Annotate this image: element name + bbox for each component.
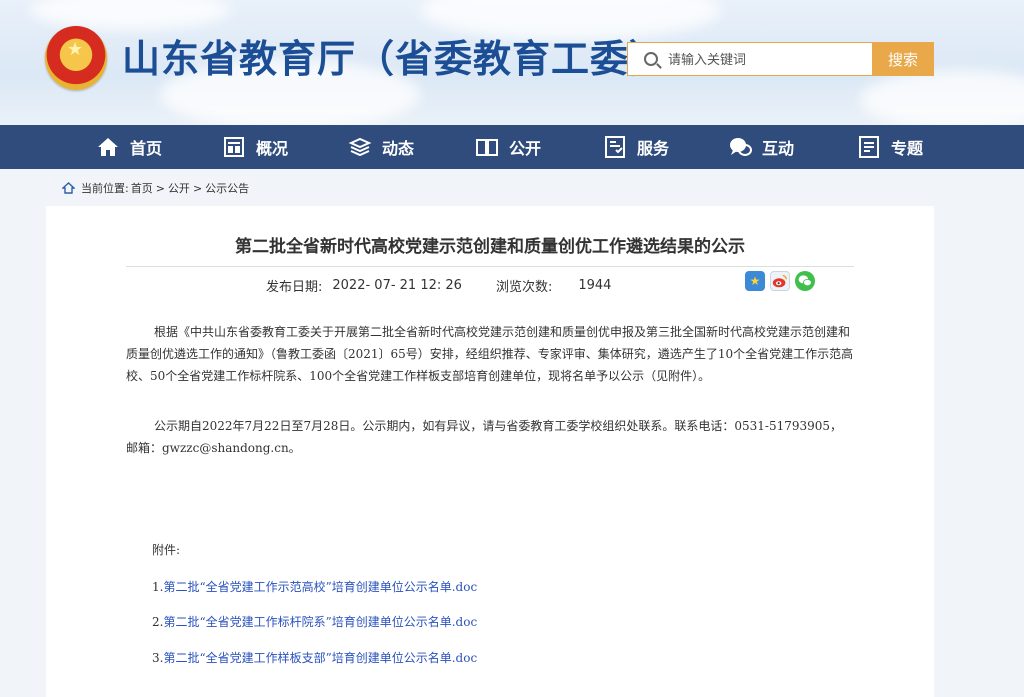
news-stack-icon: [348, 135, 372, 159]
site-header: ★ 山东省教育厅（省委教育工委） 搜索: [0, 0, 1024, 125]
breadcrumb-home[interactable]: 首页: [131, 180, 153, 196]
national-emblem-icon[interactable]: ★: [45, 26, 107, 90]
article-paragraph: 根据《中共山东省委教育工委关于开展第二批全省新时代高校党建示范创建和质量创优申报…: [126, 325, 854, 383]
share-bar: ★: [745, 271, 820, 291]
book-icon: [475, 135, 499, 159]
breadcrumb-announcements[interactable]: 公示公告: [205, 180, 249, 196]
attachment-item: 1.第二批“全省党建工作示范高校”培育创建单位公示名单.doc: [152, 578, 477, 595]
service-doc-icon: [603, 135, 627, 159]
wechat-icon[interactable]: [795, 271, 815, 291]
topic-list-icon: [857, 135, 881, 159]
nav-item-news[interactable]: 动态: [348, 125, 414, 169]
attachments-label: 附件:: [152, 543, 181, 557]
article-meta: 发布日期: 2022- 07- 21 12: 26 浏览次数: 1944: [266, 275, 611, 295]
search-icon: [644, 52, 658, 66]
weibo-icon[interactable]: [770, 271, 790, 291]
search-button[interactable]: 搜索: [872, 42, 934, 76]
breadcrumb-prefix: 当前位置:: [81, 182, 129, 195]
attachment-number: 2.: [152, 615, 164, 629]
article-title: 第二批全省新时代高校党建示范创建和质量创优工作遴选结果的公示: [235, 237, 745, 257]
favorite-star-icon[interactable]: ★: [745, 271, 765, 291]
attachment-item: 2.第二批“全省党建工作标杆院系”培育创建单位公示名单.doc: [152, 613, 477, 630]
publish-date: 2022- 07- 21 12: 26: [332, 277, 462, 293]
title-divider: [126, 266, 854, 267]
nav-label: 首页: [130, 139, 163, 158]
nav-label: 概况: [256, 139, 289, 158]
nav-item-overview[interactable]: 概况: [222, 125, 288, 169]
article-panel: 第二批全省新时代高校党建示范创建和质量创优工作遴选结果的公示 发布日期: 202…: [46, 206, 934, 697]
cloud-decoration: [30, 0, 230, 30]
breadcrumb-separator: >: [155, 181, 165, 195]
publish-label: 发布日期:: [266, 279, 323, 295]
search-box: [627, 42, 873, 76]
views-count: 1944: [578, 277, 612, 293]
nav-label: 服务: [637, 139, 670, 158]
main-nav: 首页 概况 动态 公开 服务 互动 专题: [0, 125, 1024, 169]
overview-icon: [222, 135, 246, 159]
chat-bubble-icon: [728, 135, 752, 159]
breadcrumb-home-icon: [61, 182, 76, 194]
nav-item-public[interactable]: 公开: [475, 125, 541, 169]
nav-label: 动态: [382, 139, 415, 158]
home-icon: [96, 135, 120, 159]
nav-label: 专题: [891, 139, 924, 158]
breadcrumb-separator: >: [192, 181, 203, 195]
nav-item-interact[interactable]: 互动: [728, 125, 794, 169]
attachment-item: 3.第二批“全省党建工作样板支部”培育创建单位公示名单.doc: [152, 649, 477, 666]
attachment-link[interactable]: 第二批“全省党建工作示范高校”培育创建单位公示名单.doc: [163, 580, 477, 594]
nav-item-service[interactable]: 服务: [603, 125, 669, 169]
nav-label: 公开: [509, 139, 542, 158]
attachment-link[interactable]: 第二批“全省党建工作样板支部”培育创建单位公示名单.doc: [163, 651, 477, 665]
search-input[interactable]: [668, 49, 868, 71]
cloud-decoration: [860, 70, 1024, 125]
attachment-number: 3.: [152, 651, 164, 665]
attachment-link[interactable]: 第二批“全省党建工作标杆院系”培育创建单位公示名单.doc: [163, 615, 477, 629]
nav-item-home[interactable]: 首页: [96, 125, 162, 169]
attachment-number: 1.: [152, 580, 164, 594]
site-title[interactable]: 山东省教育厅（省委教育工委）: [122, 34, 668, 84]
views-label: 浏览次数:: [495, 279, 553, 295]
emblem-star-icon: ★: [67, 39, 84, 60]
nav-label: 互动: [762, 139, 795, 158]
breadcrumb: 当前位置: 首页 > 公开 > 公示公告: [61, 179, 249, 197]
article-paragraph: 公示期自2022年7月22日至7月28日。公示期内，如有异议，请与省委教育工委学…: [126, 419, 843, 455]
breadcrumb-public[interactable]: 公开: [168, 180, 190, 196]
nav-item-topic[interactable]: 专题: [857, 125, 923, 169]
